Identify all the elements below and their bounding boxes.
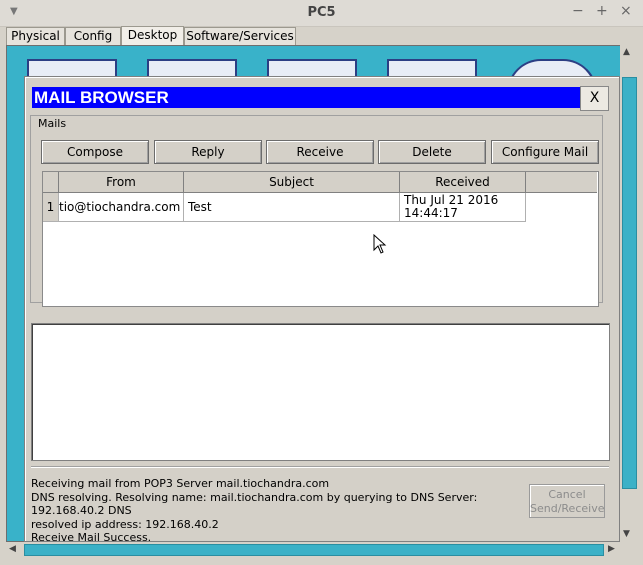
mail-browser-dialog: MAIL BROWSER X Mails Compose Reply Recei…: [24, 76, 620, 545]
scroll-left-icon[interactable]: ◀: [9, 544, 16, 554]
column-header-from[interactable]: From: [59, 172, 184, 193]
send-receive-label: Send/Receive: [530, 502, 605, 515]
column-header-received[interactable]: Received: [400, 172, 526, 193]
minimize-button[interactable]: −: [572, 3, 584, 19]
mails-group-label: Mails: [36, 117, 69, 130]
cancel-label: Cancel: [548, 488, 586, 501]
delete-button[interactable]: Delete: [378, 140, 486, 164]
dialog-title: MAIL BROWSER: [32, 87, 580, 108]
vertical-scrollbar[interactable]: ▲ ▼: [620, 45, 637, 542]
tab-desktop[interactable]: Desktop: [121, 26, 184, 46]
tab-physical[interactable]: Physical: [6, 27, 65, 45]
tab-config[interactable]: Config: [65, 27, 121, 45]
configure-mail-button[interactable]: Configure Mail: [491, 140, 599, 164]
status-line: DNS resolving. Resolving name: mail.tioc…: [31, 490, 478, 518]
mouse-cursor-icon: [373, 234, 387, 254]
vertical-scroll-thumb[interactable]: [622, 77, 637, 489]
receive-button[interactable]: Receive: [266, 140, 374, 164]
cell-subject[interactable]: Test: [184, 193, 400, 222]
dialog-close-button[interactable]: X: [580, 86, 609, 111]
received-time: 14:44:17: [404, 206, 458, 220]
scroll-up-icon[interactable]: ▲: [623, 47, 630, 57]
status-line: Receive Mail Success.: [31, 531, 152, 544]
row-index-header: [43, 172, 59, 193]
window-title: PC5: [307, 5, 336, 20]
window-titlebar: ▼ PC5 − + ×: [0, 0, 643, 27]
scroll-right-icon[interactable]: ▶: [608, 544, 615, 554]
horizontal-scroll-thumb[interactable]: [24, 544, 604, 556]
close-window-button[interactable]: ×: [620, 3, 632, 19]
header-filler: [526, 172, 597, 193]
reply-button[interactable]: Reply: [154, 140, 262, 164]
cancel-send-receive-button[interactable]: Cancel Send/Receive: [529, 484, 605, 518]
maximize-button[interactable]: +: [596, 3, 608, 19]
column-header-subject[interactable]: Subject: [184, 172, 400, 193]
status-line: Receiving mail from POP3 Server mail.tio…: [31, 477, 330, 490]
message-preview-pane[interactable]: [31, 323, 610, 461]
compose-button[interactable]: Compose: [41, 140, 149, 164]
scroll-down-icon[interactable]: ▼: [623, 529, 630, 539]
separator: [31, 466, 609, 468]
status-line: resolved ip address: 192.168.40.2: [31, 517, 219, 531]
row-index: 1: [43, 193, 59, 222]
cell-from[interactable]: tio@tiochandra.com: [59, 193, 184, 222]
mail-table: From Subject Received 1 tio@tiochandra.c…: [42, 171, 599, 307]
status-log: Receiving mail from POP3 Server mail.tio…: [31, 477, 521, 545]
cell-received[interactable]: Thu Jul 21 2016 14:44:17: [400, 193, 526, 222]
tab-software-services[interactable]: Software/Services: [184, 27, 296, 45]
